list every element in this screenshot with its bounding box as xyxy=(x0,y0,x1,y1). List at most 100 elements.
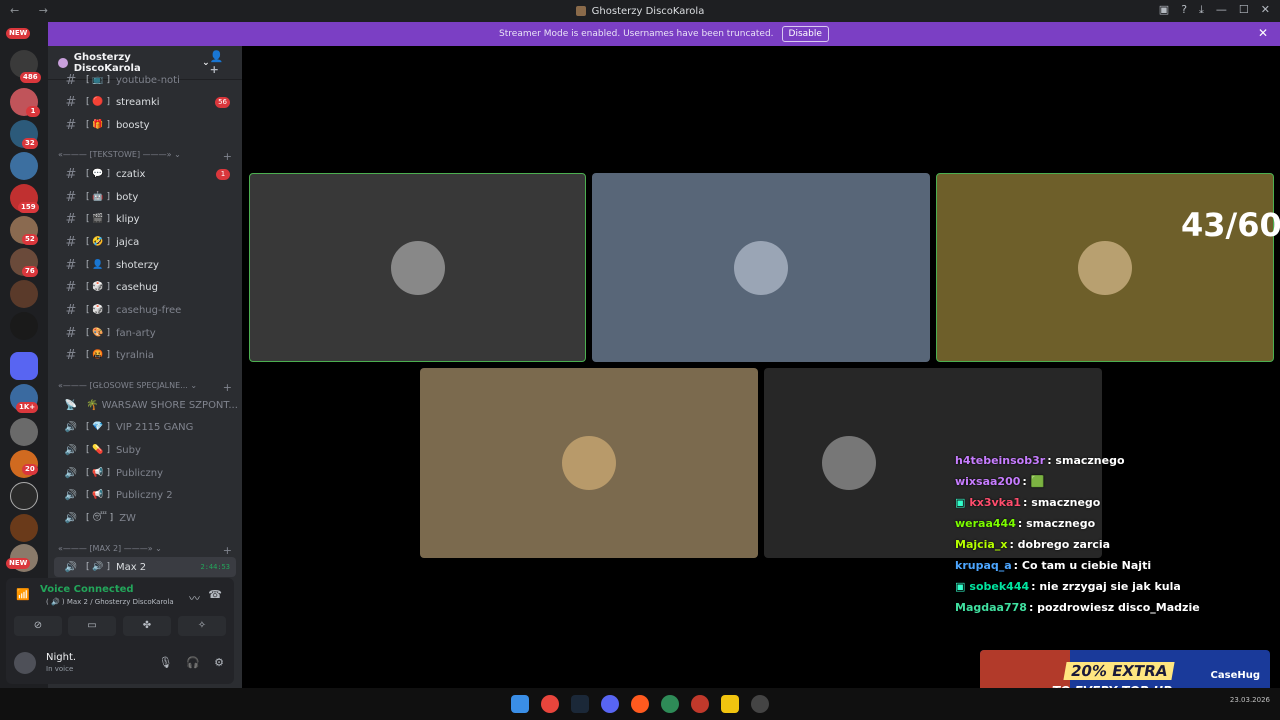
server-badge: 1 xyxy=(26,106,40,117)
ea-icon[interactable] xyxy=(631,695,649,713)
category-tekstowe[interactable]: «——— [TEKSTOWE] ———» ⌄ + xyxy=(58,150,238,163)
category-glosowe[interactable]: «——— [GŁOSOWE SPECJALNE... ⌄ + xyxy=(58,381,238,394)
app-icon[interactable] xyxy=(721,695,739,713)
channel-emoji: [ 🎲 ] xyxy=(86,282,110,292)
voice-status[interactable]: Voice Connected xyxy=(40,584,134,595)
channel-name: tyralnia xyxy=(115,349,155,361)
participant-tile[interactable] xyxy=(592,173,930,362)
channel-jajca[interactable]: # [ 🤣 ] jajca xyxy=(48,232,242,252)
unread-badge: 1 xyxy=(216,168,230,180)
channel-fan-arty[interactable]: # [ 🎨 ] fan-arty xyxy=(48,323,242,343)
voice-channel-warsaw-shore[interactable]: 📡 🌴 WARSAW SHORE SZPONT... xyxy=(48,395,242,415)
voice-channel-publiczny[interactable]: 🔊 [ 📢 ] Publiczny xyxy=(48,463,242,483)
microphone-icon[interactable]: 🎙 xyxy=(158,656,172,669)
server-badge: 159 xyxy=(18,202,39,213)
chat-line: h4tebeinsob3r: smacznego xyxy=(955,450,1275,471)
chat-message: : Co tam u ciebie Najti xyxy=(1013,559,1152,572)
folder-icon[interactable] xyxy=(10,352,38,380)
voice-location[interactable]: ( 🔊 ) Max 2 / Ghosterzy DiscoKarola xyxy=(46,598,174,606)
server-icon-14[interactable] xyxy=(10,514,38,542)
start-icon[interactable] xyxy=(511,695,529,713)
hash-icon: # xyxy=(65,211,77,227)
app-icon[interactable] xyxy=(691,695,709,713)
hash-icon: # xyxy=(65,234,77,250)
activity-button[interactable]: ✤ xyxy=(123,616,171,636)
add-channel-icon[interactable]: + xyxy=(223,544,232,557)
channel-streamki[interactable]: # [ 🔴 ] streamki 56 xyxy=(48,92,242,112)
chrome-icon[interactable] xyxy=(541,695,559,713)
server-icon-8[interactable] xyxy=(10,280,38,308)
chat-line: krupaq_a: Co tam u ciebie Najti xyxy=(955,555,1275,576)
noise-suppression-icon[interactable]: 〰 xyxy=(189,590,200,606)
discord-icon[interactable] xyxy=(601,695,619,713)
signal-icon[interactable]: 📶 xyxy=(16,588,30,601)
help-icon[interactable]: ? xyxy=(1181,3,1187,17)
hash-icon: # xyxy=(65,279,77,295)
new-badge: NEW xyxy=(6,28,31,39)
channel-tyralnia[interactable]: # [ 🤬 ] tyralnia xyxy=(48,345,242,365)
voice-channel-publiczny-2[interactable]: 🔊 [ 📢 ] Publiczny 2 xyxy=(48,485,242,505)
voice-channel-suby[interactable]: 🔊 [ 💊 ] Suby xyxy=(48,440,242,460)
channel-emoji: [ 👤 ] xyxy=(86,260,110,270)
steam-icon[interactable] xyxy=(571,695,589,713)
chat-line: Majcia_x: dobrego zarcia xyxy=(955,534,1275,555)
category-max2[interactable]: «——— [MAX 2] ———» ⌄ + xyxy=(58,544,238,557)
gear-icon[interactable]: ⚙ xyxy=(214,656,224,669)
close-window-icon[interactable]: ✕ xyxy=(1261,3,1270,17)
server-icon-11[interactable] xyxy=(10,418,38,446)
channel-name: boosty xyxy=(115,119,150,131)
channel-emoji: [ 🎁 ] xyxy=(86,120,110,130)
maximize-icon[interactable]: ☐ xyxy=(1239,3,1249,17)
channel-name: streamki xyxy=(115,96,160,108)
speaker-icon: 🔊 xyxy=(64,467,78,479)
disable-button[interactable]: Disable xyxy=(781,26,829,42)
channel-shoterzy[interactable]: # [ 👤 ] shoterzy xyxy=(48,255,242,275)
minimize-icon[interactable]: — xyxy=(1216,3,1227,17)
chat-user: Majcia_x xyxy=(955,538,1008,551)
channel-name: czatix xyxy=(115,168,146,180)
add-channel-icon[interactable]: + xyxy=(223,150,232,163)
camera-off-button[interactable]: ⊘ xyxy=(14,616,62,636)
channel-emoji: [ 🎨 ] xyxy=(86,328,110,338)
participant-tile[interactable] xyxy=(420,368,758,558)
add-channel-icon[interactable]: + xyxy=(223,381,232,394)
headphones-icon[interactable]: 🎧 xyxy=(186,656,200,669)
channel-emoji: [ 🎬 ] xyxy=(86,214,110,224)
disconnect-icon[interactable]: ☎ xyxy=(208,588,222,601)
participant-tile[interactable] xyxy=(936,173,1274,362)
channel-emoji: [ 🤣 ] xyxy=(86,237,110,247)
nav-arrows-icon[interactable]: ← → xyxy=(10,4,56,17)
stage-icon: 📡 xyxy=(64,399,78,411)
channel-name: klipy xyxy=(115,213,140,225)
channel-casehug[interactable]: # [ 🎲 ] casehug xyxy=(48,277,242,297)
channel-boty[interactable]: # [ 🤖 ] boty xyxy=(48,187,242,207)
hash-icon: # xyxy=(65,302,77,318)
app-icon[interactable] xyxy=(661,695,679,713)
inbox-icon[interactable]: ▣ xyxy=(1159,3,1169,17)
channel-emoji: [ 💎 ] xyxy=(86,422,110,432)
channel-klipy[interactable]: # [ 🎬 ] klipy xyxy=(48,209,242,229)
close-banner-icon[interactable]: ✕ xyxy=(1258,26,1268,40)
username[interactable]: Night. xyxy=(46,652,76,663)
server-icon-9[interactable] xyxy=(10,312,38,340)
voice-channel-zw[interactable]: 🔊 [ 😴 ] ZW xyxy=(48,508,242,528)
server-icon-4[interactable] xyxy=(10,152,38,180)
channel-casehug-free[interactable]: # [ 🎲 ] casehug-free xyxy=(48,300,242,320)
channel-youtube-noti[interactable]: # [ 📺 ] youtube-noti xyxy=(48,70,242,90)
voice-channel-vip[interactable]: 🔊 [ 💎 ] VIP 2115 GANG xyxy=(48,417,242,437)
channel-czatix[interactable]: # [ 💬 ] czatix 1 xyxy=(48,164,242,184)
screen-share-button[interactable]: ▭ xyxy=(68,616,116,636)
system-tray[interactable]: 23.03.2026 xyxy=(1230,696,1270,704)
voice-channel-max2[interactable]: 🔊 [ 🔊 ] Max 2 2:44:53 xyxy=(54,557,236,577)
server-icon-13[interactable] xyxy=(10,482,38,510)
user-panel: Night. In voice 🎙 🎧 ⚙ xyxy=(12,650,228,680)
channel-boosty[interactable]: # [ 🎁 ] boosty xyxy=(48,115,242,135)
chat-user: Magdaa778 xyxy=(955,601,1027,614)
soundboard-button[interactable]: ✧ xyxy=(178,616,226,636)
participant-tile[interactable] xyxy=(249,173,586,362)
obs-icon[interactable] xyxy=(751,695,769,713)
channel-emoji: [ 🤬 ] xyxy=(86,350,110,360)
avatar[interactable] xyxy=(14,652,36,674)
download-icon[interactable]: ⤓ xyxy=(1199,3,1204,17)
overlay-counter: 43/60 xyxy=(1181,206,1280,244)
